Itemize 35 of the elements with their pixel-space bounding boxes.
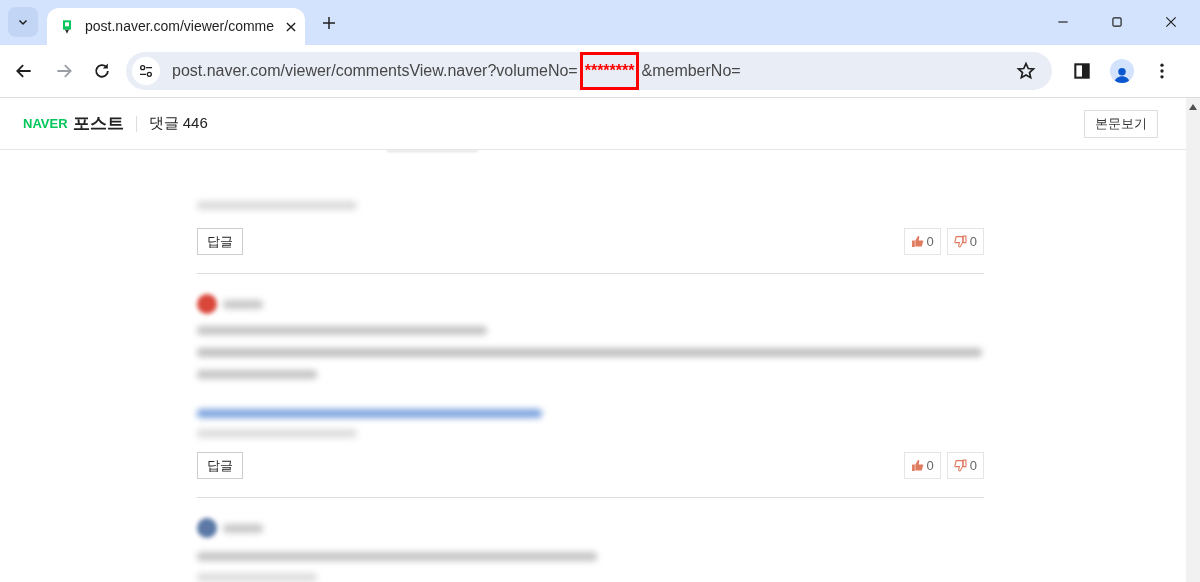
tab-search-button[interactable] — [8, 7, 38, 37]
side-panel-icon[interactable] — [1072, 61, 1092, 81]
blurred-text — [223, 299, 263, 309]
comment-count: 댓글 446 — [148, 113, 208, 134]
scroll-up-icon[interactable] — [1189, 104, 1197, 110]
blurred-avatar — [197, 294, 217, 314]
close-icon[interactable] — [1164, 15, 1178, 29]
reply-button[interactable]: 답글 — [197, 228, 243, 255]
dislike-button[interactable]: 0 — [946, 452, 984, 479]
service-name[interactable]: 포스트 — [72, 110, 124, 137]
star-icon[interactable] — [1016, 61, 1036, 81]
new-tab-icon[interactable] — [321, 15, 337, 31]
scrollbar[interactable] — [1186, 98, 1200, 582]
thumbs-up-icon — [910, 235, 924, 248]
dislike-button[interactable]: 0 — [946, 228, 984, 255]
like-button[interactable]: 0 — [903, 452, 941, 479]
address-bar[interactable]: post.naver.com/viewer/commentsView.naver?volumeNo= ******** &memberNo= — [126, 52, 1052, 90]
close-icon[interactable] — [284, 19, 299, 34]
profile-icon[interactable] — [1110, 59, 1134, 83]
url-text: &memberNo= — [641, 61, 741, 81]
thumbs-down-icon — [953, 235, 967, 248]
blurred-avatar — [197, 518, 217, 538]
tab-title: post.naver.com/viewer/comme — [85, 17, 275, 36]
thumbs-up-icon — [910, 459, 924, 472]
url-text: post.naver.com/viewer/commentsView.naver?volumeNo= — [172, 61, 578, 81]
reply-button[interactable]: 답글 — [197, 452, 243, 479]
like-button[interactable]: 0 — [903, 228, 941, 255]
blurred-text — [223, 523, 263, 533]
url-text: ******** — [584, 61, 635, 81]
thumbs-down-icon — [953, 459, 967, 472]
maximize-icon[interactable] — [1110, 15, 1124, 29]
site-info-icon[interactable] — [132, 57, 160, 85]
reload-icon[interactable] — [92, 61, 112, 81]
browser-tab[interactable]: post.naver.com/viewer/comme — [47, 8, 305, 45]
view-post-button[interactable]: 본문보기 — [1084, 109, 1158, 138]
